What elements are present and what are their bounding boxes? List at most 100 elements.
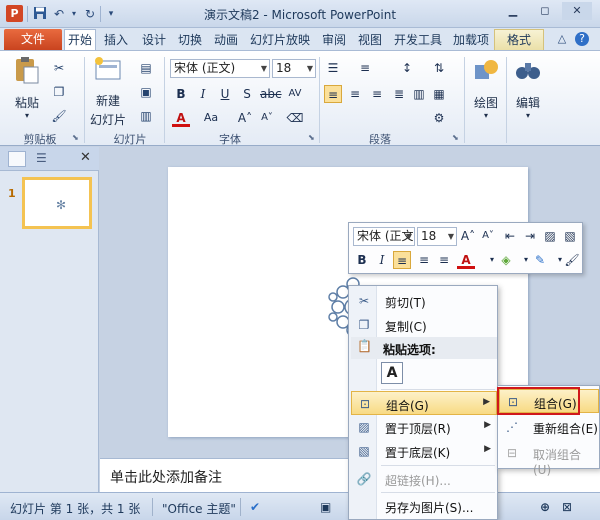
menu-item-label: 置于顶层(R) <box>385 422 451 436</box>
new-slide-button[interactable]: 新建 幻灯片 <box>88 55 128 128</box>
slides-tab-icon[interactable] <box>8 151 26 167</box>
font-size-select[interactable]: 18 ▼ <box>272 59 316 78</box>
bold-icon[interactable]: B <box>353 251 371 269</box>
text-direction-icon[interactable]: ⇅ <box>430 59 448 77</box>
menu-item-cut[interactable]: ✂ 剪切(T) <box>351 289 497 313</box>
context-menu: ✂ 剪切(T) ❐ 复制(C) 粘贴选项: 📋 A ⊡ 组合(G) ▶ ▨ 置于… <box>348 285 498 520</box>
align-left-icon[interactable]: ≡ <box>324 85 342 103</box>
theme-name[interactable]: "Office 主题" <box>162 500 236 517</box>
menu-item-send-to-back[interactable]: ▧ 置于底层(K) ▶ <box>351 439 497 463</box>
copy-icon[interactable]: ❐ <box>50 83 68 101</box>
paste-button[interactable]: 粘贴 ▾ <box>8 55 46 120</box>
align-right-icon[interactable]: ≡ <box>435 251 453 269</box>
tab-developer[interactable]: 开发工具 <box>390 31 446 50</box>
submenu-item-regroup[interactable]: ⋰ 重新组合(E) <box>499 415 599 439</box>
paragraph-launcher-icon[interactable]: ⬊ <box>452 133 461 142</box>
tab-addins[interactable]: 加载项 <box>450 31 492 50</box>
menu-item-hyperlink[interactable]: 🔗 超链接(H)... <box>351 467 497 491</box>
slide-thumbnail[interactable]: ✻ <box>22 177 92 229</box>
shape-outline-icon[interactable]: ✎ <box>531 251 549 269</box>
separator <box>319 57 320 143</box>
font-name-select[interactable]: 宋体 (正文) ▼ <box>170 59 270 78</box>
tab-review[interactable]: 审阅 <box>318 31 350 50</box>
align-left-icon[interactable]: ≡ <box>393 251 411 269</box>
maximize-button[interactable]: ◻ <box>530 2 560 20</box>
fit-slide-icon[interactable]: ⊠ <box>562 500 572 514</box>
font-color-icon[interactable]: A <box>457 251 475 269</box>
close-pane-icon[interactable]: ✕ <box>80 150 91 165</box>
spellcheck-icon[interactable]: ✔ <box>250 500 260 514</box>
increase-indent-icon[interactable]: ⇥ <box>521 227 539 245</box>
cut-icon[interactable]: ✂ <box>50 59 68 77</box>
chevron-down-icon[interactable]: ▾ <box>468 111 504 120</box>
tab-file[interactable]: 文件 <box>4 29 62 50</box>
shape-fill-icon[interactable]: ◈ <box>497 251 515 269</box>
normal-view-icon[interactable]: ▣ <box>320 500 331 514</box>
paste-dropdown-icon[interactable]: ▾ <box>8 111 46 120</box>
collapse-ribbon-icon[interactable]: △ <box>555 32 569 46</box>
bold-icon[interactable]: B <box>172 85 190 103</box>
align-right-icon[interactable]: ≡ <box>368 85 386 103</box>
italic-icon[interactable]: I <box>373 251 391 269</box>
help-icon[interactable]: ? <box>575 32 589 46</box>
grow-font-icon[interactable]: A˄ <box>236 109 254 127</box>
editing-button[interactable]: 编辑 ▾ <box>510 55 546 120</box>
bring-forward-icon[interactable]: ▨ <box>541 227 559 245</box>
shrink-font-icon[interactable]: A˅ <box>479 227 497 245</box>
submenu-item-ungroup[interactable]: ⊟ 取消组合(U) <box>499 441 599 477</box>
tab-format[interactable]: 格式 <box>494 29 544 50</box>
numbering-icon[interactable]: ≡ <box>356 59 374 77</box>
font-color-icon[interactable]: A <box>172 109 190 127</box>
tab-insert[interactable]: 插入 <box>100 31 132 50</box>
strikethrough-icon[interactable]: abc <box>260 85 282 103</box>
align-text-icon[interactable]: ▦ <box>430 85 448 103</box>
tab-home[interactable]: 开始 <box>64 29 96 50</box>
menu-item-group[interactable]: ⊡ 组合(G) ▶ <box>351 391 497 415</box>
tab-transitions[interactable]: 切换 <box>174 31 206 50</box>
reset-icon[interactable]: ▣ <box>137 83 155 101</box>
decrease-indent-icon[interactable]: ⇤ <box>501 227 519 245</box>
bullets-icon[interactable]: ☰ <box>324 59 342 77</box>
paste-icon <box>16 57 39 84</box>
menu-item-bring-to-front[interactable]: ▨ 置于顶层(R) ▶ <box>351 415 497 439</box>
align-center-icon[interactable]: ≡ <box>346 85 364 103</box>
send-to-back-icon: ▧ <box>358 444 370 458</box>
underline-icon[interactable]: U <box>216 85 234 103</box>
drawing-button[interactable]: 绘图 ▾ <box>468 55 504 120</box>
menu-item-copy[interactable]: ❐ 复制(C) <box>351 313 497 337</box>
chevron-down-icon[interactable]: ▾ <box>510 111 546 120</box>
format-painter-icon[interactable]: 🖌 <box>563 251 581 269</box>
tab-view[interactable]: 视图 <box>354 31 386 50</box>
shrink-font-icon[interactable]: A˅ <box>258 109 276 127</box>
submenu-arrow-icon: ▶ <box>484 444 491 454</box>
smartart-icon[interactable]: ⚙ <box>430 109 448 127</box>
paste-keep-text-icon[interactable]: A <box>381 362 403 384</box>
grow-font-icon[interactable]: A˄ <box>459 227 477 245</box>
tab-animations[interactable]: 动画 <box>210 31 242 50</box>
section-icon[interactable]: ▥ <box>137 107 155 125</box>
shadow-icon[interactable]: S <box>238 85 256 103</box>
minimize-button[interactable]: ▁ <box>498 2 528 20</box>
close-button[interactable]: ✕ <box>562 2 592 20</box>
menu-item-save-as-picture[interactable]: 另存为图片(S)... <box>351 494 497 518</box>
character-spacing-icon[interactable]: AV <box>286 85 304 103</box>
chevron-down-icon: ▼ <box>405 232 412 241</box>
clipboard-launcher-icon[interactable]: ⬊ <box>72 133 81 142</box>
justify-icon[interactable]: ≣ <box>390 85 408 103</box>
italic-icon[interactable]: I <box>194 85 212 103</box>
line-spacing-icon[interactable]: ↕ <box>398 59 416 77</box>
layout-icon[interactable]: ▤ <box>137 59 155 77</box>
clear-formatting-icon[interactable]: ⌫ <box>286 109 304 127</box>
format-painter-icon[interactable]: 🖌 <box>50 107 68 125</box>
zoom-in-icon[interactable]: ⊕ <box>540 500 550 514</box>
align-center-icon[interactable]: ≡ <box>415 251 433 269</box>
tab-design[interactable]: 设计 <box>138 31 170 50</box>
mini-font-size-select[interactable]: 18 ▼ <box>417 227 457 246</box>
mini-font-name-select[interactable]: 宋体 (正文 ▼ <box>353 227 415 246</box>
change-case-icon[interactable]: Aa <box>202 109 220 127</box>
font-launcher-icon[interactable]: ⬊ <box>308 133 317 142</box>
tab-slideshow[interactable]: 幻灯片放映 <box>248 31 312 50</box>
send-backward-icon[interactable]: ▧ <box>561 227 579 245</box>
columns-icon[interactable]: ▥ <box>410 85 428 103</box>
outline-tab-icon[interactable]: ☰ <box>36 151 47 165</box>
